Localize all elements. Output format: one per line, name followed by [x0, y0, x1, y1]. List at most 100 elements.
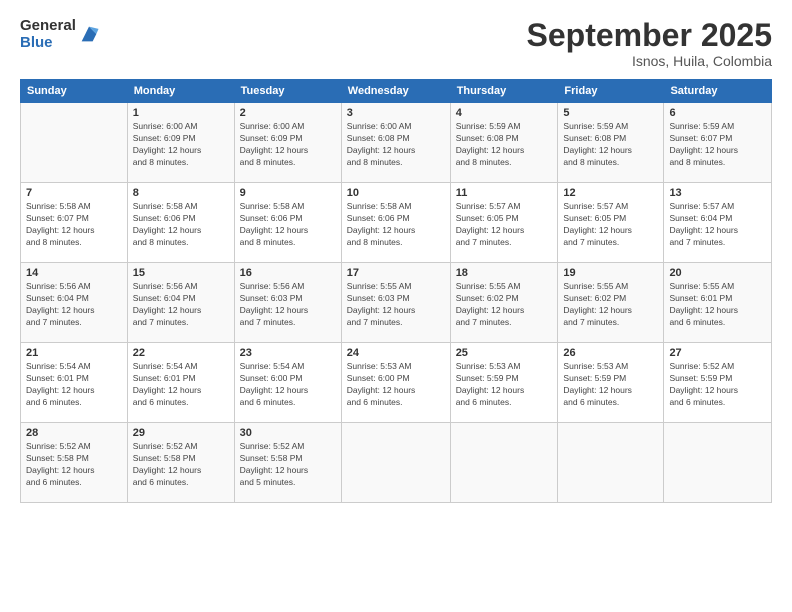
day-cell: 2Sunrise: 6:00 AMSunset: 6:09 PMDaylight… [234, 103, 341, 183]
day-cell: 9Sunrise: 5:58 AMSunset: 6:06 PMDaylight… [234, 183, 341, 263]
month-title: September 2025 [527, 18, 772, 53]
day-detail: Sunrise: 5:54 AMSunset: 6:01 PMDaylight:… [133, 361, 229, 409]
week-row-4: 21 Sunrise: 5:54 AMSunset: 6:01 PMDayligh… [21, 343, 772, 423]
day-cell: 28 Sunrise: 5:52 AMSunset: 5:58 PMDayligh… [21, 423, 128, 503]
day-number: 20 [669, 267, 766, 279]
day-number: 18 [456, 267, 553, 279]
day-detail: Sunrise: 5:55 AMSunset: 6:01 PMDaylight:… [669, 281, 766, 329]
day-number: 9 [240, 187, 336, 199]
day-detail: Sunrise: 5:52 AMSunset: 5:58 PMDaylight:… [26, 441, 122, 489]
col-header-friday: Friday [558, 80, 664, 103]
day-cell: 15 Sunrise: 5:56 AMSunset: 6:04 PMDayligh… [127, 263, 234, 343]
day-cell [558, 423, 664, 503]
day-detail: Sunrise: 5:58 AMSunset: 6:06 PMDaylight:… [133, 201, 229, 249]
day-cell: 25Sunrise: 5:53 AMSunset: 5:59 PMDayligh… [450, 343, 558, 423]
day-cell: 13Sunrise: 5:57 AMSunset: 6:04 PMDayligh… [664, 183, 772, 263]
day-cell: 18 Sunrise: 5:55 AMSunset: 6:02 PMDayligh… [450, 263, 558, 343]
logo-general: General [20, 18, 76, 35]
day-cell: 16Sunrise: 5:56 AMSunset: 6:03 PMDayligh… [234, 263, 341, 343]
week-row-2: 7Sunrise: 5:58 AMSunset: 6:07 PMDaylight… [21, 183, 772, 263]
day-detail: Sunrise: 6:00 AMSunset: 6:09 PMDaylight:… [133, 121, 229, 169]
week-row-5: 28 Sunrise: 5:52 AMSunset: 5:58 PMDayligh… [21, 423, 772, 503]
day-detail: Sunrise: 5:53 AMSunset: 5:59 PMDaylight:… [456, 361, 553, 409]
day-cell: 12 Sunrise: 5:57 AMSunset: 6:05 PMDayligh… [558, 183, 664, 263]
day-detail: Sunrise: 5:55 AMSunset: 6:02 PMDaylight:… [456, 281, 553, 329]
day-detail: Sunrise: 5:53 AMSunset: 6:00 PMDaylight:… [347, 361, 445, 409]
day-number: 29 [133, 427, 229, 439]
day-number: 23 [240, 347, 336, 359]
day-number: 10 [347, 187, 445, 199]
day-number: 12 [563, 187, 658, 199]
day-detail: Sunrise: 5:56 AMSunset: 6:04 PMDaylight:… [26, 281, 122, 329]
col-header-tuesday: Tuesday [234, 80, 341, 103]
day-detail: Sunrise: 5:57 AMSunset: 6:05 PMDaylight:… [563, 201, 658, 249]
day-detail: Sunrise: 5:56 AMSunset: 6:04 PMDaylight:… [133, 281, 229, 329]
day-cell: 20 Sunrise: 5:55 AMSunset: 6:01 PMDayligh… [664, 263, 772, 343]
day-number: 5 [563, 107, 658, 119]
day-cell: 17Sunrise: 5:55 AMSunset: 6:03 PMDayligh… [341, 263, 450, 343]
day-detail: Sunrise: 6:00 AMSunset: 6:08 PMDaylight:… [347, 121, 445, 169]
day-cell: 4 Sunrise: 5:59 AMSunset: 6:08 PMDaylight… [450, 103, 558, 183]
day-cell: 24 Sunrise: 5:53 AMSunset: 6:00 PMDayligh… [341, 343, 450, 423]
day-cell [664, 423, 772, 503]
day-detail: Sunrise: 5:59 AMSunset: 6:08 PMDaylight:… [456, 121, 553, 169]
day-detail: Sunrise: 5:52 AMSunset: 5:58 PMDaylight:… [133, 441, 229, 489]
logo-icon [78, 23, 100, 45]
location: Isnos, Huila, Colombia [527, 53, 772, 69]
day-cell: 30 Sunrise: 5:52 AMSunset: 5:58 PMDayligh… [234, 423, 341, 503]
day-cell: 26 Sunrise: 5:53 AMSunset: 5:59 PMDayligh… [558, 343, 664, 423]
day-number: 22 [133, 347, 229, 359]
day-number: 28 [26, 427, 122, 439]
day-cell: 22 Sunrise: 5:54 AMSunset: 6:01 PMDayligh… [127, 343, 234, 423]
day-number: 2 [240, 107, 336, 119]
day-cell: 14 Sunrise: 5:56 AMSunset: 6:04 PMDayligh… [21, 263, 128, 343]
col-header-wednesday: Wednesday [341, 80, 450, 103]
day-cell: 19Sunrise: 5:55 AMSunset: 6:02 PMDayligh… [558, 263, 664, 343]
day-cell: 1 Sunrise: 6:00 AMSunset: 6:09 PMDaylight… [127, 103, 234, 183]
day-number: 11 [456, 187, 553, 199]
header: General Blue September 2025 Isnos, Huila… [20, 18, 772, 69]
day-cell: 27Sunrise: 5:52 AMSunset: 5:59 PMDayligh… [664, 343, 772, 423]
calendar-table: SundayMondayTuesdayWednesdayThursdayFrid… [20, 79, 772, 503]
day-number: 26 [563, 347, 658, 359]
day-number: 30 [240, 427, 336, 439]
day-number: 14 [26, 267, 122, 279]
col-header-sunday: Sunday [21, 80, 128, 103]
day-detail: Sunrise: 5:53 AMSunset: 5:59 PMDaylight:… [563, 361, 658, 409]
day-number: 13 [669, 187, 766, 199]
day-number: 19 [563, 267, 658, 279]
day-cell: 29 Sunrise: 5:52 AMSunset: 5:58 PMDayligh… [127, 423, 234, 503]
header-row: SundayMondayTuesdayWednesdayThursdayFrid… [21, 80, 772, 103]
day-cell: 5 Sunrise: 5:59 AMSunset: 6:08 PMDaylight… [558, 103, 664, 183]
day-cell: 23Sunrise: 5:54 AMSunset: 6:00 PMDayligh… [234, 343, 341, 423]
day-number: 6 [669, 107, 766, 119]
day-detail: Sunrise: 5:58 AMSunset: 6:06 PMDaylight:… [347, 201, 445, 249]
day-number: 15 [133, 267, 229, 279]
day-number: 3 [347, 107, 445, 119]
day-number: 1 [133, 107, 229, 119]
week-row-3: 14 Sunrise: 5:56 AMSunset: 6:04 PMDayligh… [21, 263, 772, 343]
day-number: 17 [347, 267, 445, 279]
col-header-thursday: Thursday [450, 80, 558, 103]
col-header-saturday: Saturday [664, 80, 772, 103]
day-detail: Sunrise: 5:56 AMSunset: 6:03 PMDaylight:… [240, 281, 336, 329]
week-row-1: 1 Sunrise: 6:00 AMSunset: 6:09 PMDaylight… [21, 103, 772, 183]
page: General Blue September 2025 Isnos, Huila… [0, 0, 792, 612]
day-number: 7 [26, 187, 122, 199]
day-cell: 7Sunrise: 5:58 AMSunset: 6:07 PMDaylight… [21, 183, 128, 263]
day-cell: 3 Sunrise: 6:00 AMSunset: 6:08 PMDaylight… [341, 103, 450, 183]
day-cell: 11Sunrise: 5:57 AMSunset: 6:05 PMDayligh… [450, 183, 558, 263]
day-cell [341, 423, 450, 503]
day-detail: Sunrise: 5:59 AMSunset: 6:07 PMDaylight:… [669, 121, 766, 169]
logo: General Blue [20, 18, 100, 51]
day-detail: Sunrise: 5:59 AMSunset: 6:08 PMDaylight:… [563, 121, 658, 169]
day-number: 21 [26, 347, 122, 359]
day-cell [450, 423, 558, 503]
day-number: 4 [456, 107, 553, 119]
day-cell: 6 Sunrise: 5:59 AMSunset: 6:07 PMDaylight… [664, 103, 772, 183]
logo-blue: Blue [20, 35, 76, 52]
day-number: 24 [347, 347, 445, 359]
day-detail: Sunrise: 5:52 AMSunset: 5:58 PMDaylight:… [240, 441, 336, 489]
day-detail: Sunrise: 5:52 AMSunset: 5:59 PMDaylight:… [669, 361, 766, 409]
day-cell [21, 103, 128, 183]
